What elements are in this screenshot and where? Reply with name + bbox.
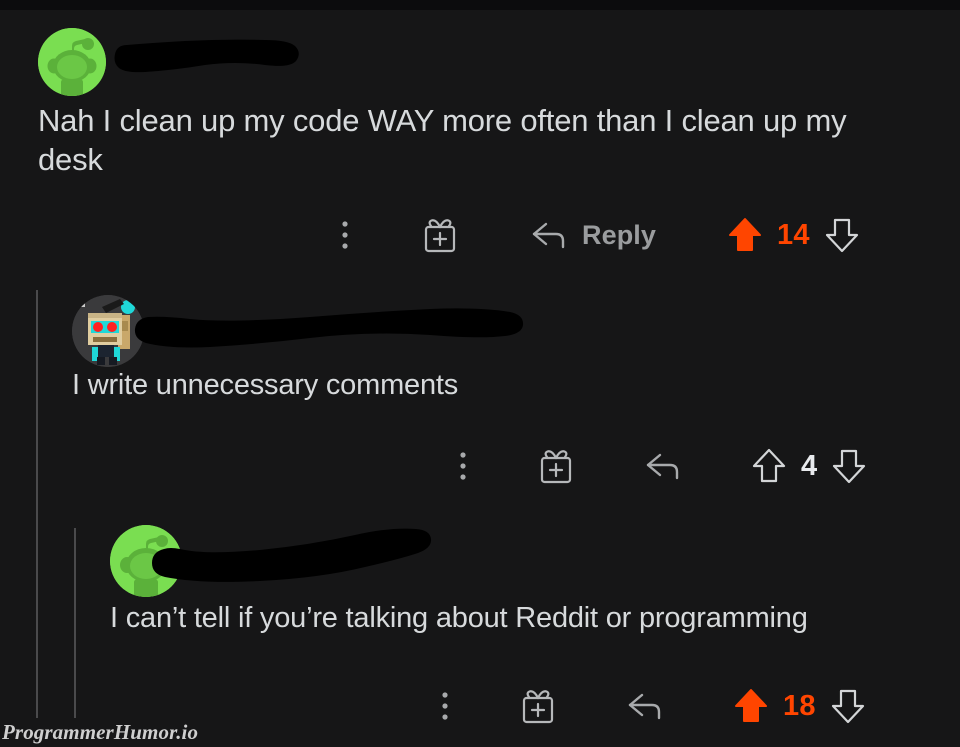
downvote-button[interactable] <box>825 216 859 254</box>
upvote-arrow-icon <box>729 218 762 251</box>
vote-count: 4 <box>801 449 818 482</box>
more-options-button[interactable] <box>440 690 450 722</box>
watermark-text: ProgrammerHumor.io <box>2 720 199 744</box>
reply-arrow-icon <box>646 453 679 480</box>
comment-action-bar: 18 <box>440 683 865 729</box>
reply-arrow-icon <box>532 222 565 249</box>
thread-line-depth-2[interactable] <box>74 528 76 747</box>
reply-arrow-icon <box>628 693 661 720</box>
thread-line-depth-1[interactable] <box>36 290 38 747</box>
gift-icon <box>522 690 554 724</box>
reply-label: Reply <box>582 219 657 250</box>
comment-reply-depth-1: I write unnecessary comments <box>72 295 938 403</box>
reply-button[interactable] <box>644 451 682 481</box>
reddit-snoo-green-avatar-icon <box>38 28 106 96</box>
downvote-button[interactable] <box>831 687 865 725</box>
comment-header <box>110 525 938 600</box>
comment-text: Nah I clean up my code WAY more often th… <box>38 103 855 177</box>
comment-header <box>38 28 938 98</box>
gift-icon <box>424 219 456 253</box>
watermark: ProgrammerHumor.io <box>0 718 199 747</box>
give-award-button[interactable] <box>422 216 458 254</box>
upvote-arrow-icon <box>752 448 786 483</box>
comment-text: I can’t tell if you’re talking about Red… <box>110 602 808 634</box>
more-options-button[interactable] <box>340 219 350 251</box>
comment-thread-screen: Nah I clean up my code WAY more often th… <box>0 0 960 747</box>
overflow-menu-icon <box>442 692 448 720</box>
give-award-button[interactable] <box>538 447 574 485</box>
comment-text: I write unnecessary comments <box>72 369 459 401</box>
overflow-menu-icon <box>342 221 348 249</box>
downvote-arrow-icon <box>825 218 858 253</box>
downvote-button[interactable] <box>832 447 866 485</box>
vote-count: 14 <box>777 218 810 251</box>
downvote-arrow-icon <box>833 449 866 484</box>
reply-button[interactable]: Reply <box>530 220 656 251</box>
avatar[interactable] <box>38 28 106 96</box>
more-options-button[interactable] <box>458 450 468 482</box>
upvote-button[interactable] <box>752 447 786 485</box>
downvote-arrow-icon <box>831 689 864 724</box>
redacted-username <box>105 35 305 85</box>
comment-action-bar: Reply 14 <box>340 212 859 258</box>
gift-icon <box>540 450 572 484</box>
vote-count: 18 <box>783 689 816 722</box>
upvote-arrow-icon <box>735 689 767 722</box>
overflow-menu-icon <box>460 452 466 480</box>
vote-controls: 14 <box>728 216 859 254</box>
redacted-username <box>130 305 530 360</box>
comment-action-bar: 4 <box>458 443 866 489</box>
redacted-username <box>150 527 460 587</box>
vote-controls: 4 <box>752 447 866 485</box>
give-award-button[interactable] <box>520 687 556 725</box>
upvote-button[interactable] <box>734 687 768 725</box>
reply-button[interactable] <box>626 691 664 721</box>
vote-controls: 18 <box>734 687 865 725</box>
upvote-button[interactable] <box>728 216 762 254</box>
comment-root: Nah I clean up my code WAY more often th… <box>38 28 938 180</box>
comment-reply-depth-2: I can’t tell if you’re talking about Red… <box>110 525 938 636</box>
top-edge-strip <box>0 0 960 10</box>
comment-header <box>72 295 938 367</box>
